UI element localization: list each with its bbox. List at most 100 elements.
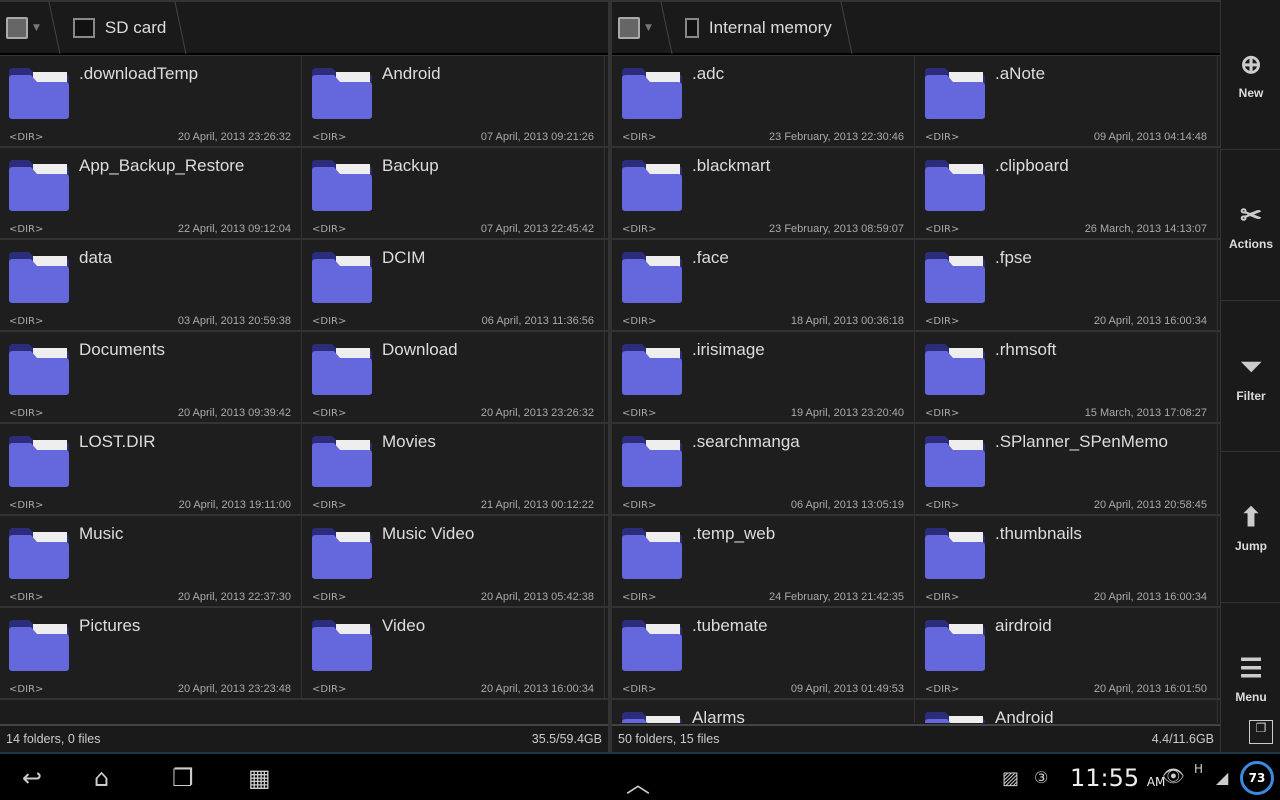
folder-item[interactable]: .tubemate <DIR> 09 April, 2013 01:49:53 (613, 608, 915, 699)
folder-name: .SPlanner_SPenMemo (995, 432, 1168, 451)
folder-name: Android (995, 708, 1054, 723)
row-divider (0, 238, 608, 240)
folder-item[interactable]: .rhmsoft <DIR> 15 March, 2013 17:08:27 (916, 332, 1218, 423)
folder-icon (923, 618, 987, 672)
folder-item[interactable]: .SPlanner_SPenMemo <DIR> 20 April, 2013 20… (916, 424, 1218, 515)
item-type: <DIR> (925, 316, 960, 327)
battery-indicator: 73 (1240, 761, 1274, 795)
device-selector-icon[interactable] (6, 16, 28, 39)
sidebar-jump-button[interactable]: ⬆ Jump (1221, 453, 1280, 603)
home-icon[interactable]: ⌂ (94, 764, 109, 792)
file-grid: .downloadTemp <DIR> 20 April, 2013 23:26:3… (0, 55, 608, 723)
folder-item[interactable]: .searchmanga <DIR> 06 April, 2013 13:05:19 (613, 424, 915, 515)
folder-item[interactable]: Music Video <DIR> 20 April, 2013 05:42:38 (303, 516, 605, 607)
modified-date: 20 April, 2013 16:01:50 (1093, 683, 1207, 695)
eye-icon: 👁 (1162, 766, 1185, 787)
folder-item[interactable]: Alarms (613, 700, 915, 723)
folder-name: data (79, 248, 113, 267)
device-selector-icon[interactable] (618, 16, 640, 39)
folder-item[interactable]: Android <DIR> 07 April, 2013 09:21:26 (303, 56, 605, 147)
folder-item[interactable]: .adc <DIR> 23 February, 2013 22:30:46 (613, 56, 915, 147)
folder-name: Alarms (692, 708, 745, 723)
folder-item[interactable]: .blackmart <DIR> 23 February, 2013 08:59:0… (613, 148, 915, 239)
folder-item[interactable]: Download <DIR> 20 April, 2013 23:26:32 (303, 332, 605, 423)
folder-item[interactable]: data <DIR> 03 April, 2013 20:59:38 (0, 240, 302, 331)
plus-circle-icon: ⊕ (1240, 49, 1262, 79)
modified-date: 20 April, 2013 20:58:45 (1093, 499, 1207, 511)
folder-icon (310, 526, 374, 580)
item-type: <DIR> (9, 592, 44, 603)
row-divider (612, 698, 1220, 700)
folder-item[interactable]: Movies <DIR> 21 April, 2013 00:12:22 (303, 424, 605, 515)
folder-icon (620, 250, 684, 304)
folder-count: 14 folders, 0 files (6, 732, 101, 746)
item-type: <DIR> (312, 684, 347, 695)
folder-icon (7, 158, 71, 212)
folder-item[interactable]: Video <DIR> 20 April, 2013 16:00:34 (303, 608, 605, 699)
folder-icon (620, 434, 684, 488)
window-toggle-icon[interactable]: ❐ (1249, 720, 1273, 744)
sidebar-actions-button[interactable]: ✂ Actions (1221, 151, 1280, 301)
location-label[interactable]: SD card (105, 18, 166, 38)
modified-date: 09 April, 2013 01:49:53 (790, 683, 904, 695)
folder-item[interactable]: App_Backup_Restore <DIR> 22 April, 2013 09… (0, 148, 302, 239)
dropdown-caret-icon[interactable]: ▼ (645, 23, 652, 33)
folder-icon (923, 66, 987, 120)
folder-item[interactable]: Backup <DIR> 07 April, 2013 22:45:42 (303, 148, 605, 239)
folder-name: .tubemate (692, 616, 768, 635)
row-divider (612, 330, 1220, 332)
network-type: H (1194, 762, 1204, 776)
folder-icon (620, 66, 684, 120)
sd-card-icon (72, 17, 95, 38)
modified-date: 23 February, 2013 22:30:46 (769, 131, 904, 143)
folder-icon (620, 526, 684, 580)
folder-item[interactable]: .irisimage <DIR> 19 April, 2013 23:20:40 (613, 332, 915, 423)
row-divider (0, 330, 608, 332)
modified-date: 20 April, 2013 19:11:00 (178, 499, 291, 511)
folder-icon (310, 66, 374, 120)
gallery-notification-icon[interactable]: ▨ (1002, 768, 1019, 789)
folder-item[interactable]: .temp_web <DIR> 24 February, 2013 21:42:35 (613, 516, 915, 607)
folder-item[interactable]: Documents <DIR> 20 April, 2013 09:39:42 (0, 332, 302, 423)
row-divider (0, 146, 608, 148)
folder-name: .rhmsoft (995, 340, 1057, 359)
folder-item[interactable]: .fpse <DIR> 20 April, 2013 16:00:34 (916, 240, 1218, 331)
folder-icon (923, 434, 987, 488)
location-label[interactable]: Internal memory (709, 18, 832, 38)
row-divider (612, 514, 1220, 516)
sidebar-new-button[interactable]: ⊕ New (1221, 0, 1280, 150)
dropdown-caret-icon[interactable]: ▼ (33, 23, 40, 33)
folder-icon (7, 618, 71, 672)
modified-date: 15 March, 2013 17:08:27 (1084, 407, 1207, 419)
folder-item[interactable]: Pictures <DIR> 20 April, 2013 23:23:48 (0, 608, 302, 699)
modified-date: 06 April, 2013 11:36:56 (481, 315, 594, 327)
tools-icon: ✂ (1240, 200, 1262, 230)
clock[interactable]: 11:55 AM (1070, 764, 1165, 792)
folder-icon (310, 434, 374, 488)
modified-date: 20 April, 2013 23:23:48 (177, 683, 291, 695)
sidebar-filter-button[interactable]: ⏷ Filter (1221, 302, 1280, 452)
folder-item[interactable]: .face <DIR> 18 April, 2013 00:36:18 (613, 240, 915, 331)
folder-item[interactable]: Android (916, 700, 1218, 723)
chevron-up-icon[interactable]: ︿ (626, 764, 650, 799)
folder-item[interactable]: DCIM <DIR> 06 April, 2013 11:36:56 (303, 240, 605, 331)
screenshot-grid-icon[interactable]: ▦ (248, 764, 271, 792)
system-nav-bar: ↩ ⌂ ❐ ▦ ︿ ▨ ③ 11:55 AM 👁 H ◢ 73 (0, 752, 1280, 800)
notification-3-icon[interactable]: ③ (1034, 768, 1048, 787)
recent-apps-icon[interactable]: ❐ (172, 764, 194, 792)
modified-date: 22 April, 2013 09:12:04 (177, 223, 291, 235)
folder-item[interactable]: LOST.DIR <DIR> 20 April, 2013 19:11:00 (0, 424, 302, 515)
modified-date: 07 April, 2013 22:45:42 (480, 223, 594, 235)
folder-item[interactable]: .aNote <DIR> 09 April, 2013 04:14:48 (916, 56, 1218, 147)
folder-item[interactable]: Music <DIR> 20 April, 2013 22:37:30 (0, 516, 302, 607)
folder-item[interactable]: .thumbnails <DIR> 20 April, 2013 16:00:34 (916, 516, 1218, 607)
back-icon[interactable]: ↩ (22, 764, 42, 792)
sidebar-label: Jump (1234, 539, 1267, 553)
folder-item[interactable]: .clipboard <DIR> 26 March, 2013 14:13:07 (916, 148, 1218, 239)
folder-name: .irisimage (692, 340, 765, 359)
folder-item[interactable]: .downloadTemp <DIR> 20 April, 2013 23:26:3… (0, 56, 302, 147)
folder-item[interactable]: airdroid <DIR> 20 April, 2013 16:01:50 (916, 608, 1218, 699)
sidebar-label: New (1238, 86, 1264, 100)
item-type: <DIR> (9, 224, 44, 235)
breadcrumb-separator (840, 1, 853, 54)
